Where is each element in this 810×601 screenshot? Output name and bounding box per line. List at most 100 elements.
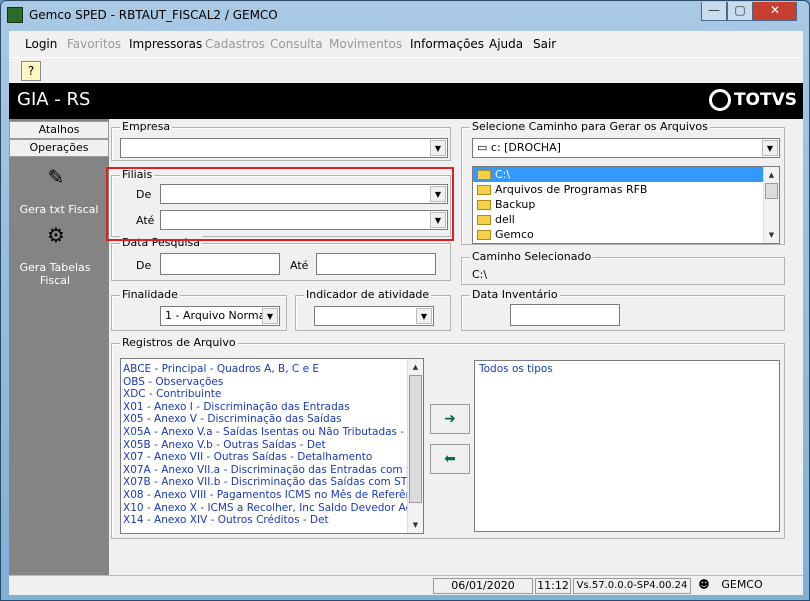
directory-item[interactable]: Arquivos de Programas RFB (473, 182, 779, 197)
chevron-down-icon[interactable]: ▼ (416, 308, 432, 324)
data-inventario-label: Data Inventário (470, 288, 560, 301)
folder-open-icon (477, 170, 491, 180)
indicador-group: Indicador de atividade ▼ (295, 288, 451, 331)
finalidade-select[interactable]: 1 - Arquivo Normal ▼ (160, 306, 280, 326)
user-icon: ☻ (698, 578, 710, 591)
directory-item[interactable]: C:\ (473, 167, 779, 182)
registro-item[interactable]: XDC - Contribuinte (121, 388, 423, 401)
directory-item[interactable]: dell (473, 212, 779, 227)
registro-item[interactable]: X05 - Anexo V - Discriminação das Saídas (121, 413, 423, 426)
registro-item[interactable]: X10 - Anexo X - ICMS a Recolher, Inc Sal… (121, 502, 423, 515)
caminho-selecionado-label: Caminho Selecionado (470, 250, 594, 263)
toolbar: ? (9, 57, 803, 83)
folder-icon (477, 230, 491, 240)
totvs-logo: TOTVS (708, 89, 797, 111)
registro-item[interactable]: ABCE - Principal - Quadros A, B, C e E (121, 363, 423, 376)
sidebar-item-gera-tabelas-fiscal[interactable]: Gera Tabelas Fiscal (15, 261, 95, 287)
scroll-up-icon[interactable]: ▲ (764, 167, 779, 183)
caminho-group: Selecione Caminho para Gerar os Arquivos… (461, 120, 785, 245)
caminho-label: Selecione Caminho para Gerar os Arquivos (470, 120, 710, 133)
menu-cadastros: Cadastros (205, 37, 265, 51)
drive-select[interactable]: ▭ c: [DROCHA] ▼ (472, 138, 780, 158)
sidebar-item-gera-txt-fiscal[interactable]: Gera txt Fiscal (9, 203, 109, 216)
registro-item[interactable]: X07 - Anexo VII - Outras Saídas - Detalh… (121, 451, 423, 464)
registro-item[interactable]: X08 - Anexo VIII - Pagamentos ICMS no Mê… (121, 489, 423, 502)
dp-ate-input[interactable] (316, 253, 436, 275)
caminho-selecionado-group: Caminho Selecionado C:\ (461, 250, 785, 285)
scroll-down-icon[interactable]: ▼ (764, 227, 779, 243)
caminho-selecionado-value: C:\ (472, 268, 488, 281)
app-window: Gemco SPED - RBTAUT_FISCAL2 / GEMCO — ▢ … (0, 0, 810, 601)
dp-de-label: De (136, 259, 152, 272)
data-inventario-group: Data Inventário (461, 288, 785, 331)
registro-item[interactable]: X05B - Anexo V.b - Outras Saídas - Det (121, 439, 423, 452)
drive-value: c: [DROCHA] (490, 141, 561, 154)
close-button[interactable]: ✕ (753, 2, 797, 21)
registro-item[interactable]: X07B - Anexo VII.b - Discriminação das S… (121, 476, 423, 489)
tables-gear-icon[interactable]: ⚙ (41, 223, 71, 253)
help-key-icon[interactable]: ? (21, 61, 41, 81)
scroll-thumb[interactable] (765, 183, 778, 199)
menu-login[interactable]: Login (25, 37, 57, 51)
status-bar: 06/01/2020 11:12 Vs.57.0.0.0-SP4.00.24 ☻… (9, 575, 803, 595)
folder-icon (477, 200, 491, 210)
tab-atalhos[interactable]: Atalhos (9, 121, 109, 139)
scroll-down-icon[interactable]: ▼ (408, 517, 423, 533)
finalidade-value: 1 - Arquivo Normal (165, 309, 269, 322)
registros-list[interactable]: ABCE - Principal - Quadros A, B, C e E O… (120, 358, 424, 534)
menu-movimentos: Movimentos (329, 37, 403, 51)
registros-label: Registros de Arquivo (120, 336, 238, 349)
registro-item[interactable]: OBS - Observações (121, 376, 423, 389)
chevron-down-icon[interactable]: ▼ (262, 308, 278, 324)
registro-item[interactable]: X05A - Anexo V.a - Saídas Isentas ou Não… (121, 426, 423, 439)
module-header: GIA - RS TOTVS (9, 83, 803, 119)
registros-scrollbar[interactable]: ▲ ▼ (407, 359, 423, 533)
maximize-button[interactable]: ▢ (727, 2, 753, 21)
status-date: 06/01/2020 (433, 578, 533, 594)
menu-informacoes[interactable]: Informações (410, 37, 484, 51)
totvs-mark-icon (708, 89, 731, 111)
tab-operacoes[interactable]: Operações (9, 139, 109, 157)
minimize-button[interactable]: — (701, 2, 727, 21)
menu-sair[interactable]: Sair (533, 37, 556, 51)
title-bar: Gemco SPED - RBTAUT_FISCAL2 / GEMCO — ▢ … (1, 1, 809, 29)
app-icon (7, 7, 23, 23)
menu-impressoras[interactable]: Impressoras (129, 37, 202, 51)
directory-list[interactable]: C:\ Arquivos de Programas RFB Backup del… (472, 166, 780, 244)
registro-item[interactable]: X07A - Anexo VII.a - Discriminação das E… (121, 464, 423, 477)
status-version: Vs.57.0.0.0-SP4.00.24 (573, 578, 691, 594)
scroll-up-icon[interactable]: ▲ (408, 359, 423, 375)
dp-de-input[interactable] (160, 253, 280, 275)
add-registro-button[interactable]: ➜ (430, 404, 470, 434)
registros-selecionados-list[interactable]: Todos os tipos (474, 360, 780, 532)
chevron-down-icon[interactable]: ▼ (430, 140, 446, 156)
selected-item[interactable]: Todos os tipos (475, 361, 779, 377)
menu-ajuda[interactable]: Ajuda (489, 37, 523, 51)
data-inventario-input[interactable] (510, 304, 620, 326)
indicador-label: Indicador de atividade (304, 288, 432, 301)
dp-ate-label: Até (290, 259, 309, 272)
chevron-down-icon[interactable]: ▼ (762, 140, 778, 156)
remove-registro-button[interactable]: ⬅ (430, 444, 470, 474)
data-pesquisa-group: Data Pesquisa De Até (111, 236, 451, 281)
finalidade-label: Finalidade (120, 288, 180, 301)
brand-text: TOTVS (733, 90, 797, 110)
empresa-group: Empresa ▼ (111, 120, 451, 161)
registro-item[interactable]: X14 - Anexo XIV - Outros Créditos - Det (121, 514, 423, 527)
window-title: Gemco SPED - RBTAUT_FISCAL2 / GEMCO (29, 8, 278, 22)
sidebar: Atalhos Operações ✎ Gera txt Fiscal ⚙ Ge… (9, 119, 109, 575)
pencil-doc-icon[interactable]: ✎ (41, 165, 71, 195)
scroll-thumb[interactable] (409, 375, 422, 503)
folder-icon (477, 215, 491, 225)
registro-item[interactable]: X01 - Anexo I - Discriminação das Entrad… (121, 401, 423, 414)
directory-scrollbar[interactable]: ▲ ▼ (763, 167, 779, 243)
folder-icon (477, 185, 491, 195)
menu-consulta: Consulta (270, 37, 323, 51)
indicador-select[interactable]: ▼ (314, 306, 434, 326)
highlight-box (106, 167, 454, 241)
directory-item[interactable]: Gemco (473, 227, 779, 242)
directory-item[interactable]: Backup (473, 197, 779, 212)
menu-bar: Login Favoritos Impressoras Cadastros Co… (9, 31, 803, 57)
drive-icon: ▭ (477, 141, 491, 154)
empresa-select[interactable]: ▼ (120, 138, 448, 158)
